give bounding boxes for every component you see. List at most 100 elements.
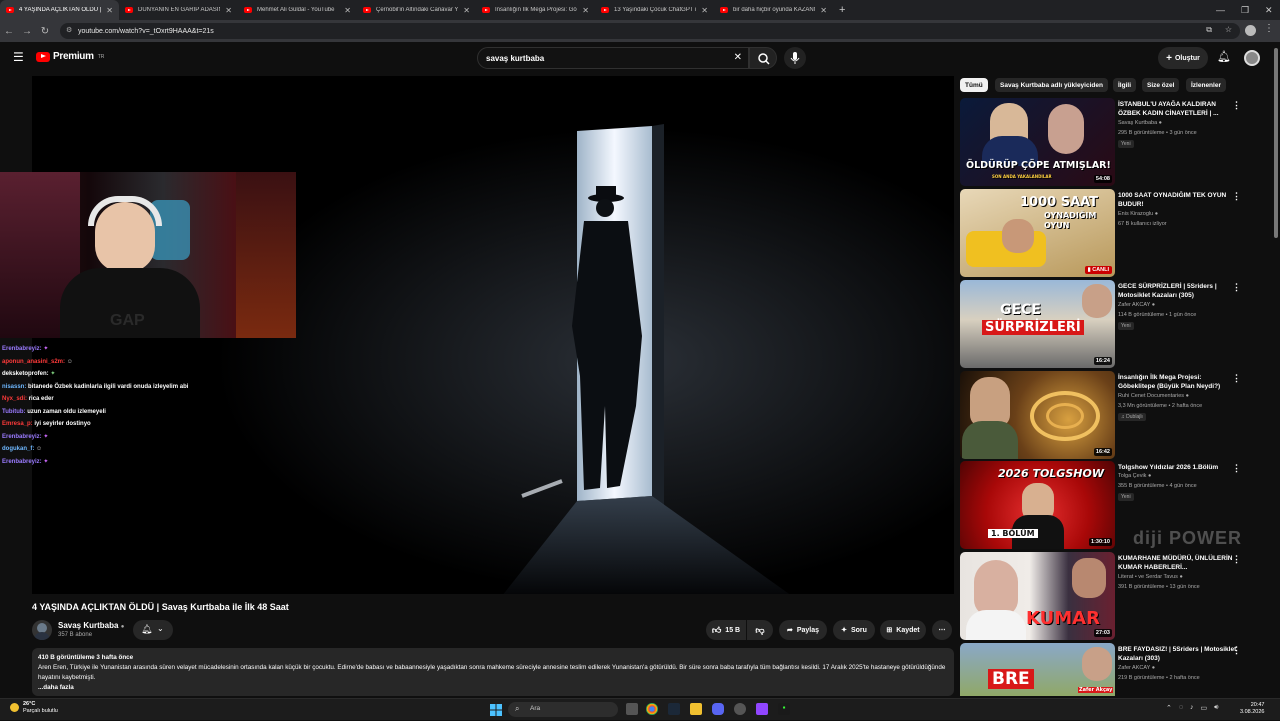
tray-chevron-icon[interactable]: ⌃ [1166,704,1172,712]
browser-tab[interactable]: İnsanlığın İlk Mega Projesi: Göbe ✕ [476,0,595,20]
task-view-icon[interactable] [626,703,638,715]
chip-from-uploader[interactable]: Savaş Kurtbaba adlı yükleyiciden [995,78,1108,92]
app-icon[interactable] [734,703,746,715]
video-thumbnail[interactable]: 16:42 [960,371,1115,459]
windows-start-icon[interactable] [490,703,502,716]
system-clock[interactable]: 20:47 3.08.2026 [1240,702,1264,716]
hamburger-menu-icon[interactable]: ☰ [13,50,24,64]
cast-icon[interactable]: ⧉ [1206,25,1212,35]
close-tab-icon[interactable]: ✕ [701,6,708,15]
search-input[interactable]: savaş kurtbaba ✕ [477,47,749,69]
video-thumbnail[interactable]: 2026 TOLGSHOW 1. BÖLÜM 1:30:10 [960,461,1115,549]
chip-for-you[interactable]: Size özel [1142,78,1180,92]
recommended-video[interactable]: 1000 SAAT OYNADIĞIM OYUN ▮ CANLI 1000 SA… [960,189,1265,277]
video-thumbnail[interactable]: BRE Zafer Akçay [960,643,1115,696]
chip-watched[interactable]: İzlenenler [1186,78,1226,92]
display-icon[interactable]: ▭ [1201,704,1208,712]
video-thumbnail[interactable]: GECE SÜRPRİZLERİ 16:24 [960,280,1115,368]
more-options-icon[interactable]: ⋮ [1232,554,1241,565]
recommended-video[interactable]: GECE SÜRPRİZLERİ 16:24 GECE SÜRPRİZLERİ … [960,280,1265,368]
windows-taskbar: 26°C Parçalı bulutlu ⌕ Ara ▪ ⌃ ◌ ♪ ▭ 🔊︎ 2… [0,698,1280,720]
share-button[interactable]: ➦ Paylaş [779,620,827,640]
dubbed-badge: ♫ Dublajlı [1118,413,1146,421]
close-tab-icon[interactable]: ✕ [344,6,351,15]
create-label: Oluştur [1174,54,1200,62]
more-options-icon[interactable]: ⋮ [1232,282,1241,293]
video-thumbnail[interactable]: 1000 SAAT OYNADIĞIM OYUN ▮ CANLI [960,189,1115,277]
recommended-meta: 114 B görüntüleme • 1 gün önce [1118,312,1197,318]
dislike-button[interactable]: 👎︎ [747,620,773,640]
discord-icon[interactable] [712,703,724,715]
ask-button[interactable]: ✦ Soru [833,620,875,640]
like-button[interactable]: 👍︎ 15 B [706,620,746,640]
voice-search-button[interactable] [784,47,806,69]
browser-tab[interactable]: 4 YAŞINDA AÇLIKTAN ÖLDÜ | Sava ✕ [0,0,119,20]
weather-widget[interactable]: 26°C Parçalı bulutlu [10,701,58,714]
address-bar[interactable]: ⚙ youtube.com/watch?v=_tOxrt9HAAA&t=21s … [60,23,1240,39]
site-info-icon[interactable]: ⚙ [66,26,72,34]
bookmark-star-icon[interactable]: ☆ [1225,25,1232,34]
steam-icon[interactable] [668,703,680,715]
subscriber-count: 357 B abone [58,632,93,638]
channel-name[interactable]: Savaş Kurtbaba ● [58,621,124,630]
notifications-bell-icon[interactable]: 🔔︎ [1217,50,1231,63]
youtube-favicon-icon [244,7,252,13]
recommended-video[interactable]: ÖLDÜRÜP ÇÖPE ATMIŞLAR! SON ANDA YAKALAND… [960,98,1265,186]
save-button[interactable]: ⊞ Kaydet [880,620,926,640]
user-avatar[interactable] [1244,50,1260,66]
more-actions-button[interactable]: ⋯ [932,620,952,640]
chip-all[interactable]: Tümü [960,78,988,92]
wifi-icon[interactable]: ◌ [1179,704,1183,712]
browser-menu-icon[interactable]: ⋮ [1264,23,1274,34]
create-button[interactable]: + Oluştur [1158,47,1208,69]
more-options-icon[interactable]: ⋮ [1232,645,1241,656]
video-thumbnail[interactable]: ÖLDÜRÜP ÇÖPE ATMIŞLAR! SON ANDA YAKALAND… [960,98,1115,186]
file-explorer-icon[interactable] [690,703,702,715]
twitch-icon[interactable] [756,703,768,715]
new-tab-button[interactable]: + [833,4,851,16]
volume-icon[interactable]: 🔊︎ [1214,704,1218,712]
mic-tray-icon[interactable]: ♪ [1190,704,1194,712]
search-button[interactable] [749,47,777,69]
maximize-icon[interactable]: ❐ [1241,0,1249,20]
page-scrollbar[interactable] [1274,48,1278,238]
minimize-icon[interactable]: — [1216,0,1225,20]
browser-tab[interactable]: DÜNYANIN EN GARİP ADASINI ✕ [119,0,238,20]
clear-search-icon[interactable]: ✕ [734,52,742,63]
more-options-icon[interactable]: ⋮ [1232,191,1241,202]
browser-tab[interactable]: Çernobil'in Altındaki Canavar Y ✕ [357,0,476,20]
search-icon: ⌕ [515,704,520,713]
recommended-video[interactable]: BRE Zafer Akçay BRE FAYDASIZ! | 5Sriders… [960,643,1265,696]
close-tab-icon[interactable]: ✕ [582,6,589,15]
more-options-icon[interactable]: ⋮ [1232,373,1241,384]
more-options-icon[interactable]: ⋮ [1232,100,1241,111]
more-options-icon[interactable]: ⋮ [1232,463,1241,474]
show-more-link[interactable]: ...daha fazla [38,683,948,693]
reload-icon[interactable]: ↻ [36,26,54,37]
youtube-favicon-icon [720,7,728,13]
recommended-video[interactable]: KUMAR 27:03 KUMARHANE MÜDÜRÜ, ÜNLÜLERİN … [960,552,1265,640]
forward-icon[interactable]: → [18,26,36,37]
channel-avatar[interactable] [32,620,52,640]
description-box[interactable]: 410 B görüntüleme 3 hafta önce Aren Eren… [32,648,954,696]
duration-badge: 54:08 [1093,175,1112,183]
url-text: youtube.com/watch?v=_tOxrt9HAAA&t=21s [78,27,214,35]
subscribed-bell-button[interactable]: 🔔︎ ⌄ [133,620,173,640]
back-icon[interactable]: ← [0,26,18,37]
youtube-logo[interactable]: Premium TR [36,51,104,62]
chrome-icon[interactable] [646,703,658,715]
close-window-icon[interactable]: ✕ [1265,0,1273,20]
terminal-icon[interactable]: ▪ [778,703,790,715]
close-tab-icon[interactable]: ✕ [820,6,827,15]
browser-tab[interactable]: Mehmet Ali Güldal - YouTube ✕ [238,0,357,20]
close-tab-icon[interactable]: ✕ [463,6,470,15]
close-tab-icon[interactable]: ✕ [106,6,113,15]
recommended-video[interactable]: 16:42 İnsanlığın İlk Mega Projesi: Göbek… [960,371,1265,459]
taskbar-search[interactable]: ⌕ Ara [508,702,618,717]
close-tab-icon[interactable]: ✕ [225,6,232,15]
profile-avatar[interactable] [1245,25,1256,36]
chip-related[interactable]: İlgili [1113,78,1136,92]
browser-tab[interactable]: bir daha hiçbir oyunda KAZANM ✕ [714,0,833,20]
video-thumbnail[interactable]: KUMAR 27:03 [960,552,1115,640]
browser-tab[interactable]: 13 Yaşındaki Çocuk ChatGPT ile ✕ [595,0,714,20]
